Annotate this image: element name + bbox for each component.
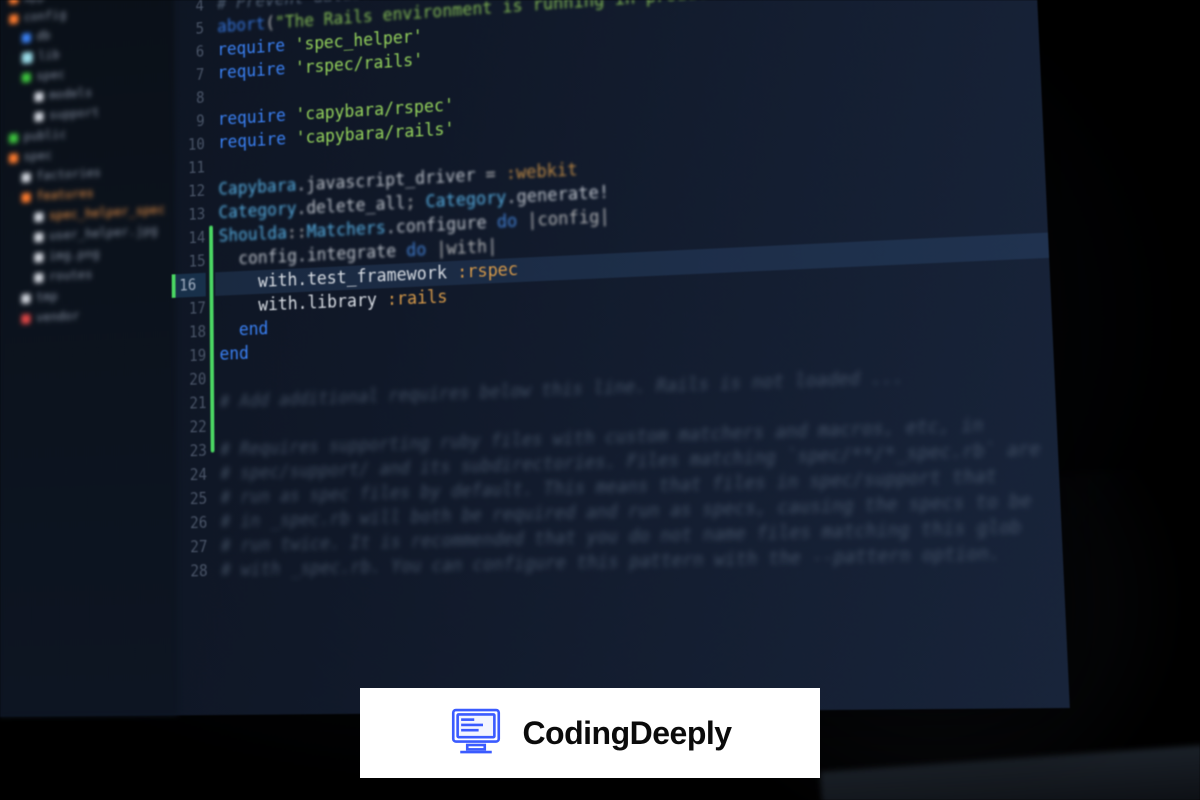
line-number: 22	[176, 415, 207, 440]
orange-folder-icon	[9, 153, 18, 163]
orange-folder-icon	[22, 192, 31, 202]
orange-folder-icon	[9, 0, 18, 4]
tree-item-label: tmp	[36, 290, 58, 306]
white-folder-icon	[34, 272, 43, 282]
line-number: 13	[175, 202, 205, 227]
line-number: 17	[176, 296, 206, 321]
line-number: 20	[176, 367, 206, 392]
line-number: 12	[175, 179, 205, 204]
white-folder-icon	[34, 252, 43, 262]
photo-viewport: app config db lib spec models support public spe…	[0, 0, 1200, 800]
line-number: 9	[175, 109, 205, 134]
white-folder-icon	[34, 212, 43, 222]
tree-item-label: app	[24, 0, 45, 5]
white-folder-icon	[34, 111, 43, 121]
line-number: 16	[172, 273, 206, 298]
white-folder-icon	[22, 172, 31, 182]
orange-folder-icon	[9, 14, 18, 24]
tree-item-label: support	[49, 105, 99, 122]
line-number: 19	[176, 344, 206, 369]
line-number: 7	[174, 63, 204, 88]
tree-item-label: user_helper.jpg	[49, 223, 158, 243]
line-number: 5	[174, 17, 204, 42]
tree-item-label: factories	[36, 166, 101, 184]
tree-item-label: spec	[36, 68, 65, 84]
line-number: 28	[177, 559, 208, 584]
tree-item-label: spec	[23, 148, 52, 164]
line-number: 14	[175, 226, 205, 251]
white-folder-icon	[34, 91, 43, 101]
line-number: 26	[177, 511, 208, 536]
code-area[interactable]: require File.expand_path("../../config/e…	[213, 0, 1070, 715]
tree-item-label: img.png	[49, 247, 100, 264]
watermark-text: CodingDeeply	[522, 715, 731, 752]
line-number: 21	[176, 391, 207, 416]
computer-icon	[448, 703, 504, 763]
editor-screen: app config db lib spec models support public spe…	[0, 0, 1070, 717]
line-number: 11	[175, 156, 205, 181]
line-number: 25	[177, 487, 208, 512]
line-number: 18	[176, 320, 206, 345]
line-number: 23	[176, 439, 207, 464]
line-number: 6	[174, 40, 204, 65]
tree-item-label: lib	[38, 48, 59, 64]
tree-item-label: db	[36, 29, 50, 44]
line-number: 4	[174, 0, 204, 19]
watermark-banner: CodingDeeply	[360, 688, 820, 778]
line-number: 8	[174, 86, 204, 111]
tree-item-label: public	[23, 127, 66, 144]
tree-item-label: features	[36, 186, 94, 204]
white-folder-icon	[21, 293, 30, 303]
line-number: 27	[177, 535, 208, 560]
tree-item-label: config	[24, 8, 67, 25]
white-folder-icon	[34, 232, 43, 242]
code-editor[interactable]: 3456789101112131415161718192021222324252…	[174, 0, 1070, 715]
tree-item-label: routes	[49, 268, 92, 285]
file-tree-sidebar[interactable]: app config db lib spec models support public spe…	[0, 0, 178, 717]
green-folder-icon	[22, 72, 31, 82]
line-number: 10	[175, 133, 205, 158]
red-folder-icon	[21, 314, 30, 324]
line-number: 15	[175, 249, 205, 274]
line-number: 24	[176, 463, 207, 488]
cyan-folder-icon	[22, 51, 33, 63]
green-folder-icon	[9, 133, 18, 143]
tree-item-label: models	[49, 86, 92, 103]
tree-item-label: vendor	[36, 309, 79, 325]
blue-folder-icon	[22, 33, 31, 43]
